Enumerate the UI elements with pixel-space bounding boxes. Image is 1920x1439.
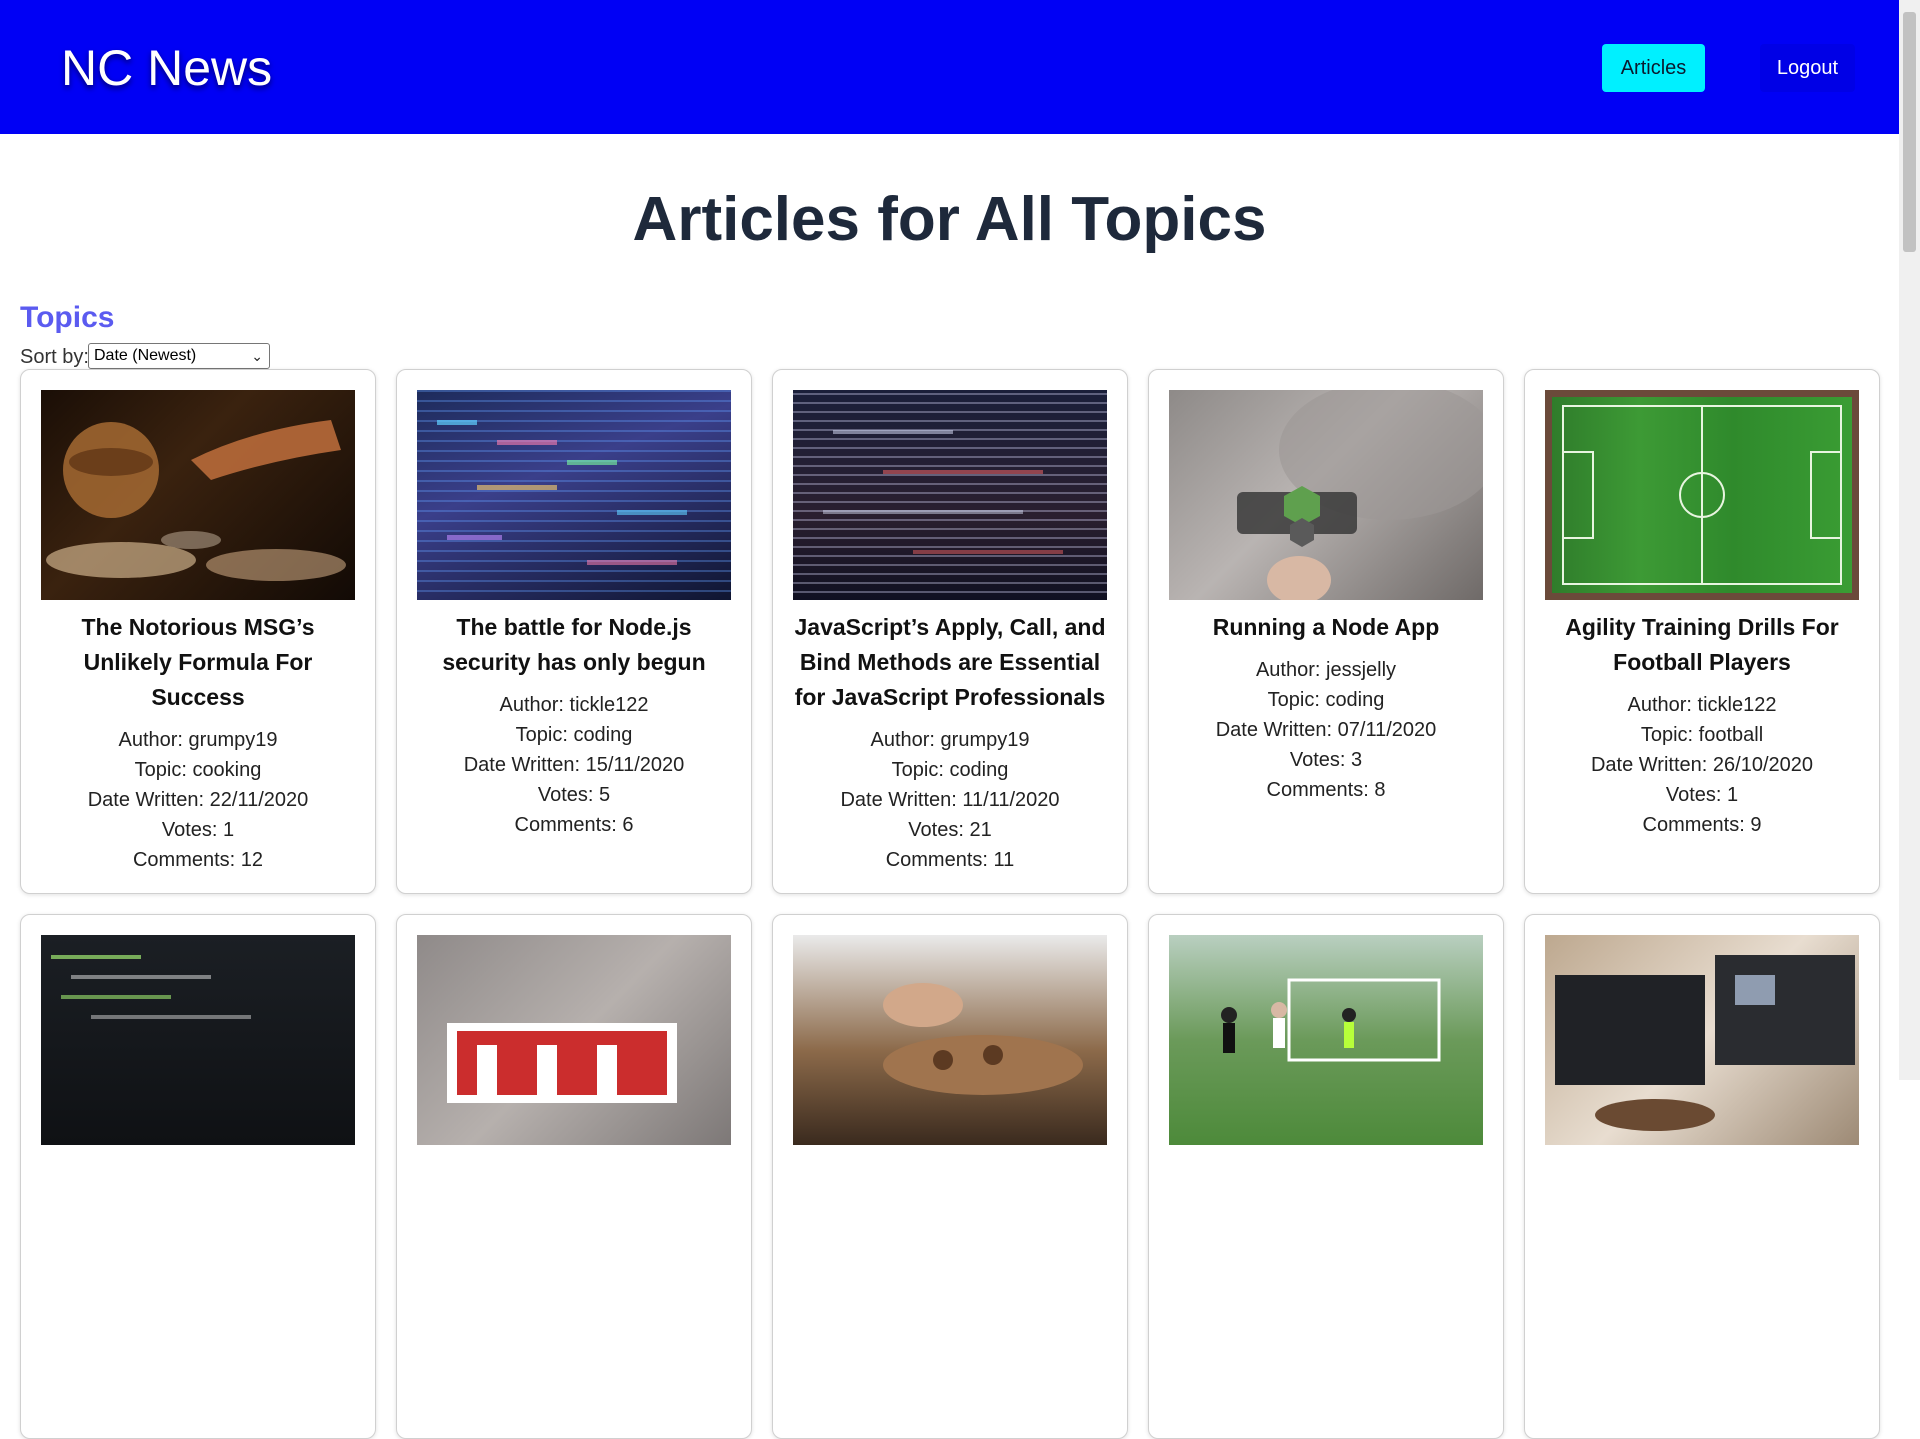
page-scrollbar[interactable] — [1899, 0, 1920, 1080]
article-comments: Comments: 6 — [514, 814, 634, 836]
article-card[interactable] — [1524, 914, 1880, 1439]
article-title[interactable]: The Notorious MSG’s Unlikely Formula For… — [41, 610, 355, 715]
article-date: Date Written: 22/11/2020 — [87, 789, 309, 811]
article-meta: Author: grumpy19 Topic: coding Date Writ… — [793, 725, 1107, 875]
sort-label: Sort by: — [20, 346, 89, 368]
article-title[interactable]: The battle for Node.js security has only… — [417, 610, 731, 680]
article-meta: Author: grumpy19 Topic: cooking Date Wri… — [41, 725, 355, 875]
article-topic: Topic: cooking — [134, 759, 262, 781]
article-title[interactable]: JavaScript’s Apply, Call, and Bind Metho… — [793, 610, 1107, 715]
article-image-code[interactable] — [793, 390, 1107, 600]
article-image-chef[interactable] — [793, 935, 1107, 1145]
article-votes: Votes: 1 — [161, 819, 235, 841]
article-votes: Votes: 1 — [1665, 784, 1739, 806]
brand-logo[interactable]: NC News — [61, 38, 272, 98]
article-card[interactable]: The battle for Node.js security has only… — [396, 369, 752, 894]
sort-select[interactable]: Date (Newest) ⌄ — [88, 343, 270, 369]
article-grid: The Notorious MSG’s Unlikely Formula For… — [20, 369, 1880, 1439]
article-meta: Author: jessjelly Topic: coding Date Wri… — [1169, 655, 1483, 805]
article-comments: Comments: 11 — [885, 849, 1015, 871]
article-title[interactable]: Running a Node App — [1169, 610, 1483, 645]
article-image-code[interactable] — [41, 935, 355, 1145]
topics-link[interactable]: Topics — [20, 298, 114, 338]
article-topic: Topic: coding — [1267, 689, 1385, 711]
article-comments: Comments: 8 — [1266, 779, 1386, 801]
header-bar: NC News Articles Logout — [0, 0, 1899, 134]
article-date: Date Written: 11/11/2020 — [840, 789, 1060, 811]
article-votes: Votes: 3 — [1289, 749, 1363, 771]
article-title[interactable]: Agility Training Drills For Football Pla… — [1545, 610, 1859, 680]
article-author: Author: tickle122 — [499, 694, 649, 716]
articles-button[interactable]: Articles — [1602, 44, 1705, 92]
article-image-laptop[interactable] — [1545, 935, 1859, 1145]
article-author: Author: grumpy19 — [870, 729, 1030, 751]
scrollbar-thumb[interactable] — [1903, 12, 1916, 252]
article-topic: Topic: football — [1640, 724, 1764, 746]
article-image-football-pitch[interactable] — [1545, 390, 1859, 600]
page-title: Articles for All Topics — [632, 185, 1267, 254]
article-votes: Votes: 5 — [537, 784, 611, 806]
article-date: Date Written: 07/11/2020 — [1215, 719, 1437, 741]
sort-selected-value: Date (Newest) — [94, 347, 197, 364]
chevron-down-icon: ⌄ — [251, 348, 263, 364]
article-image-node-sticker[interactable] — [1169, 390, 1483, 600]
article-card[interactable]: JavaScript’s Apply, Call, and Bind Metho… — [772, 369, 1128, 894]
article-card[interactable] — [772, 914, 1128, 1439]
article-image-npm[interactable] — [417, 935, 731, 1145]
article-topic: Topic: coding — [891, 759, 1009, 781]
article-image-soccer-match[interactable] — [1169, 935, 1483, 1145]
article-card[interactable] — [1148, 914, 1504, 1439]
article-comments: Comments: 12 — [132, 849, 264, 871]
article-card[interactable]: The Notorious MSG’s Unlikely Formula For… — [20, 369, 376, 894]
article-image-code[interactable] — [417, 390, 731, 600]
article-date: Date Written: 26/10/2020 — [1590, 754, 1813, 776]
article-card[interactable]: Running a Node App Author: jessjelly Top… — [1148, 369, 1504, 894]
article-card[interactable] — [396, 914, 752, 1439]
logout-button[interactable]: Logout — [1760, 44, 1855, 92]
article-author: Author: jessjelly — [1255, 659, 1397, 681]
article-image-cooking[interactable] — [41, 390, 355, 600]
article-meta: Author: tickle122 Topic: football Date W… — [1545, 690, 1859, 840]
article-author: Author: grumpy19 — [118, 729, 278, 751]
article-card[interactable] — [20, 914, 376, 1439]
article-author: Author: tickle122 — [1627, 694, 1777, 716]
article-comments: Comments: 9 — [1642, 814, 1762, 836]
article-votes: Votes: 21 — [908, 819, 992, 841]
article-card[interactable]: Agility Training Drills For Football Pla… — [1524, 369, 1880, 894]
article-date: Date Written: 15/11/2020 — [463, 754, 685, 776]
article-meta: Author: tickle122 Topic: coding Date Wri… — [417, 690, 731, 840]
article-topic: Topic: coding — [515, 724, 633, 746]
